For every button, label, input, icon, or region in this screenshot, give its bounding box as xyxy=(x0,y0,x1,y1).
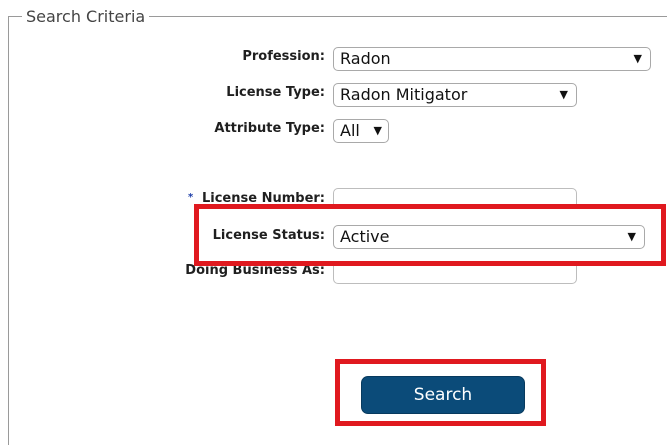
search-page: Search Criteria Profession: Radon ▼ Lice… xyxy=(0,0,667,445)
license-status-value: Active xyxy=(340,227,390,246)
profession-label: Profession: xyxy=(242,49,325,64)
chevron-down-icon: ▼ xyxy=(373,124,382,137)
license-status-select[interactable]: Active ▼ xyxy=(333,225,645,249)
license-type-label: License Type: xyxy=(226,85,325,100)
license-type-value: Radon Mitigator xyxy=(340,85,468,104)
fieldset-border-left xyxy=(8,16,9,445)
chevron-down-icon: ▼ xyxy=(559,88,568,101)
chevron-down-icon: ▼ xyxy=(627,230,636,243)
chevron-down-icon: ▼ xyxy=(633,52,642,65)
license-status-label: License Status: xyxy=(212,228,325,243)
search-button[interactable]: Search xyxy=(361,376,525,414)
attribute-type-select[interactable]: All ▼ xyxy=(333,119,389,143)
profession-value: Radon xyxy=(340,49,391,68)
required-marker: * xyxy=(188,192,194,203)
attribute-type-label: Attribute Type: xyxy=(214,121,325,136)
profession-select[interactable]: Radon ▼ xyxy=(333,47,651,71)
license-type-select[interactable]: Radon Mitigator ▼ xyxy=(333,83,577,107)
attribute-type-value: All xyxy=(340,121,360,140)
search-criteria-legend: Search Criteria xyxy=(22,6,150,28)
